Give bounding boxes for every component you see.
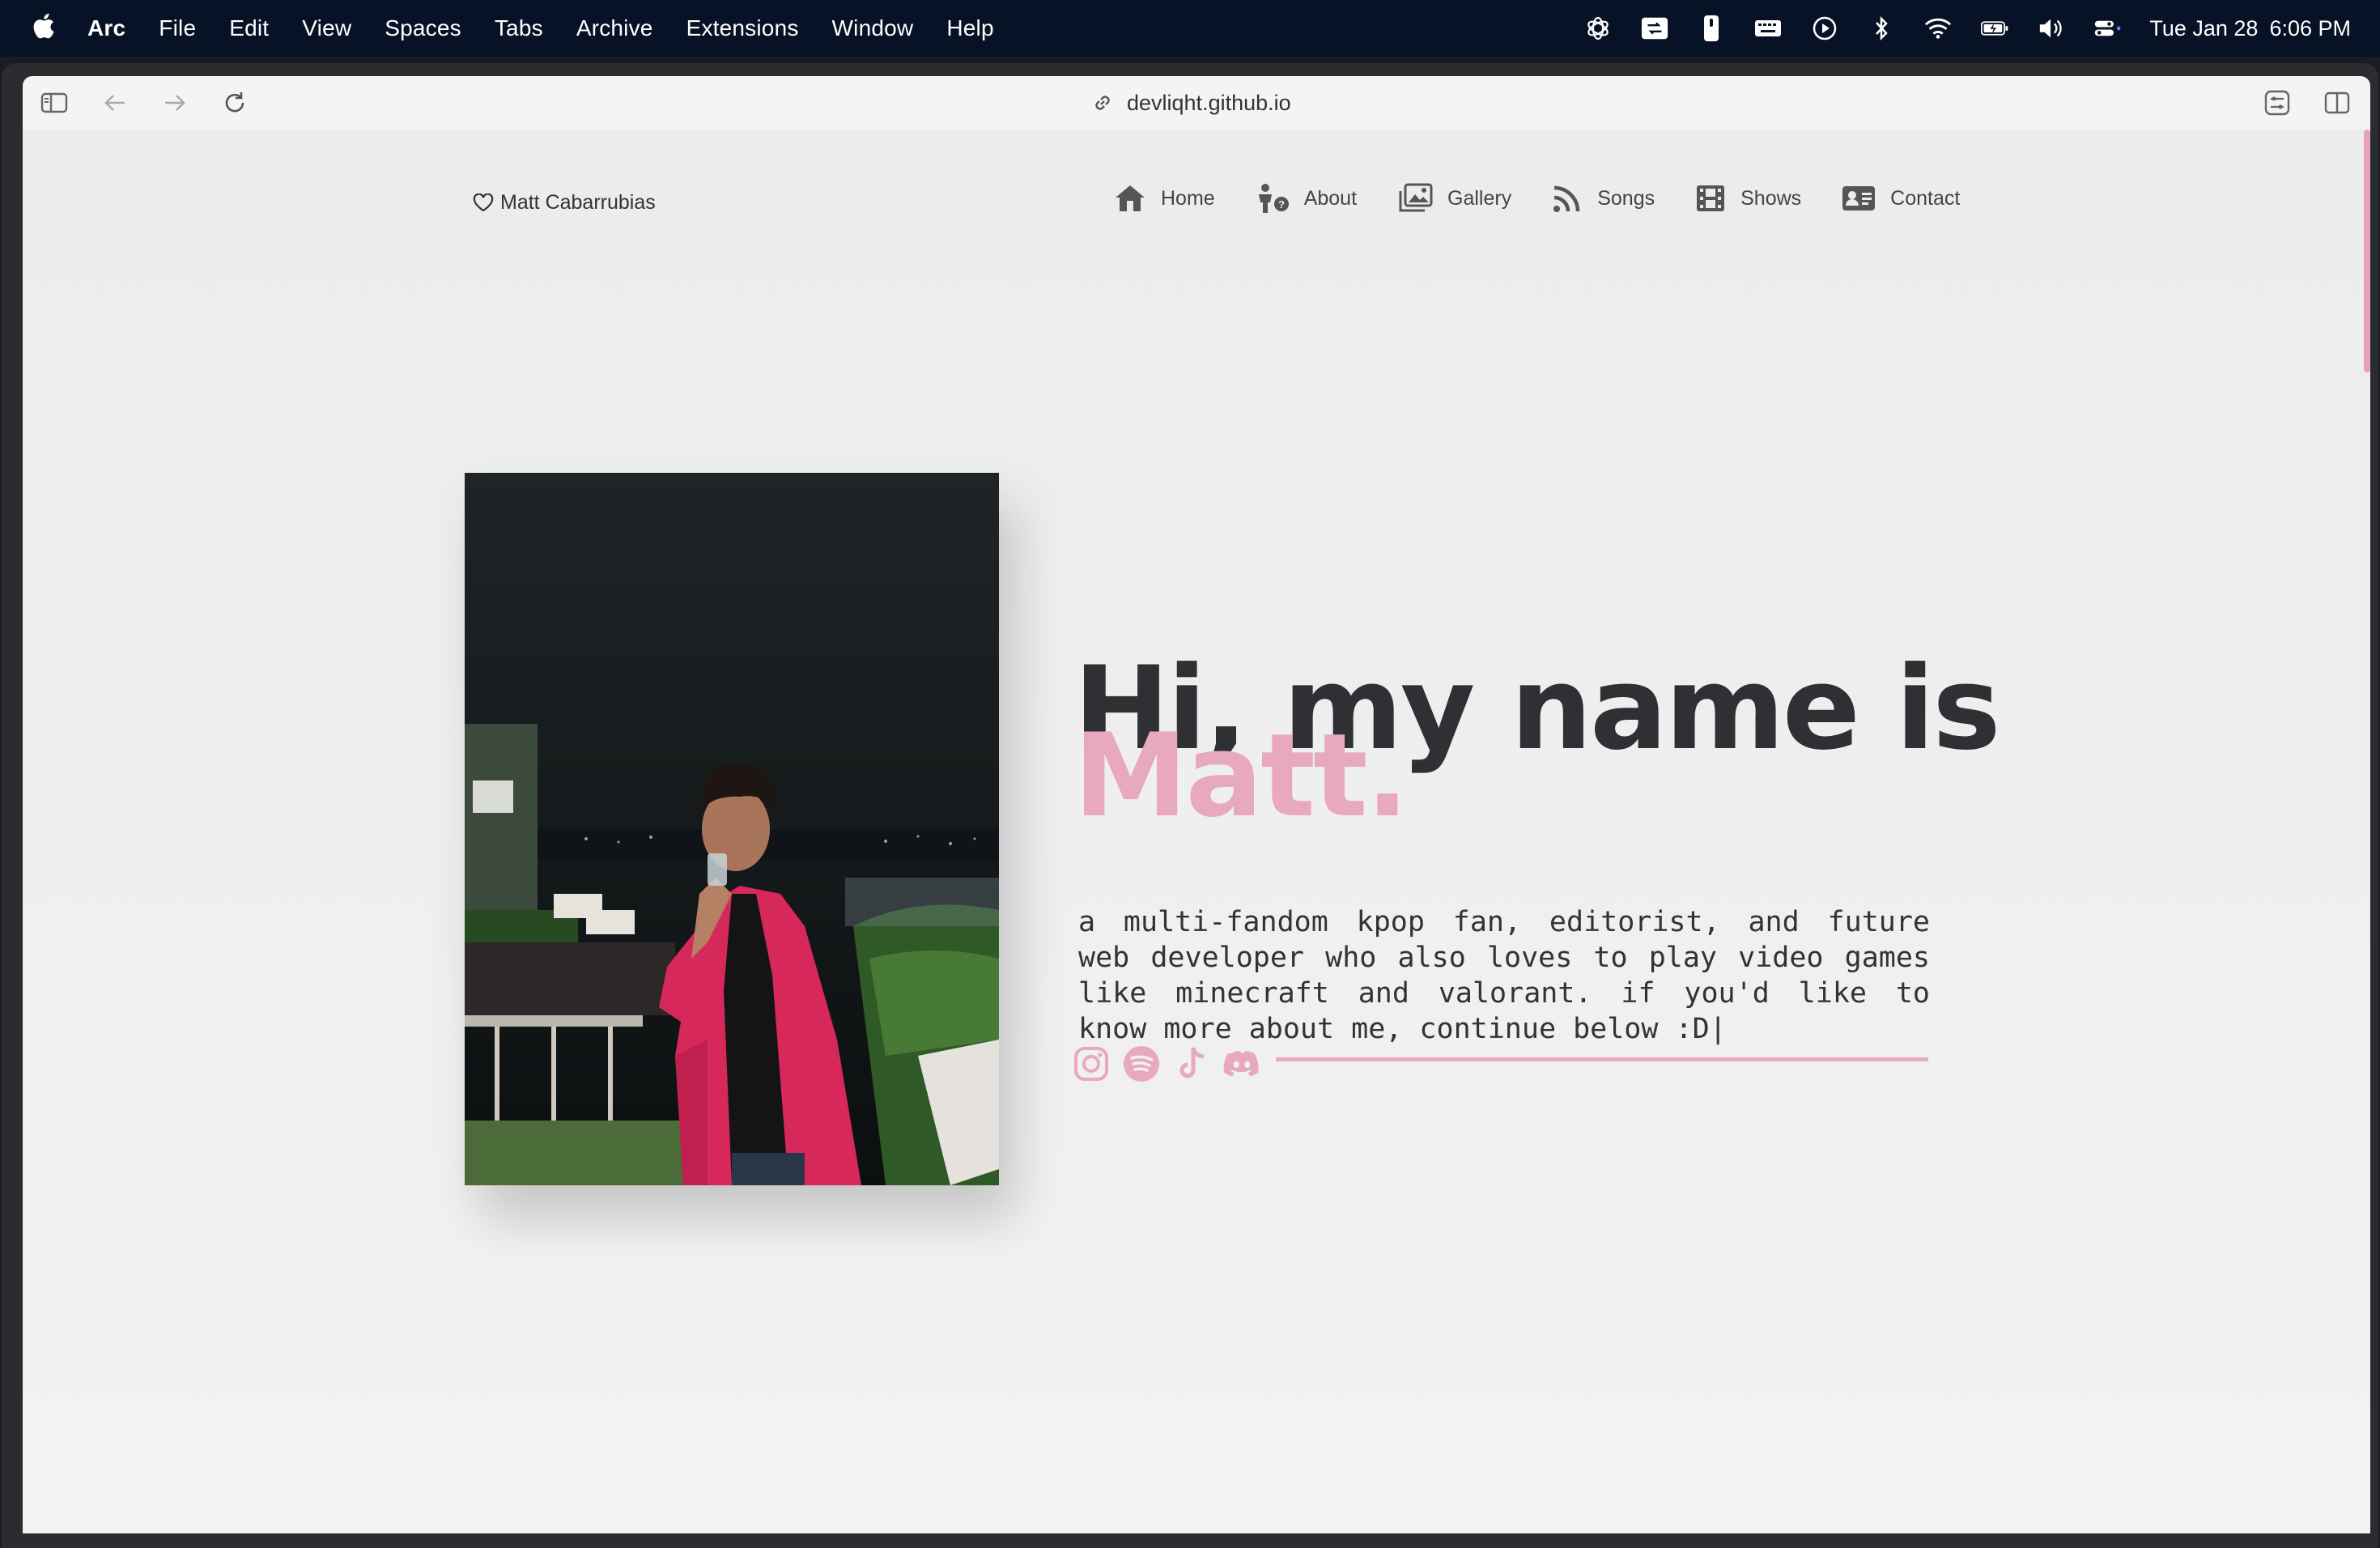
person-question-icon: ? [1258,184,1289,213]
nav-label-gallery: Gallery [1447,186,1512,210]
split-view-icon[interactable] [2323,89,2351,117]
menu-view[interactable]: View [302,15,351,41]
menu-help[interactable]: Help [946,15,993,41]
social-links [1072,1044,1273,1083]
svg-text:?: ? [1278,198,1285,211]
film-icon [1697,185,1725,211]
chatgpt-icon[interactable] [1584,15,1612,42]
nav-label-contact: Contact [1890,186,1961,210]
menu-clock[interactable]: Tue Jan 28 6:06 PM [2149,16,2351,41]
play-icon[interactable] [1811,15,1838,42]
nav-item-contact[interactable]: Contact [1842,185,1960,212]
site-brand-name: Matt Cabarrubias [500,191,656,214]
instagram-icon[interactable] [1072,1044,1111,1083]
accent-divider [1276,1057,1928,1061]
nav-item-home[interactable]: Home [1114,184,1215,213]
nav-item-about[interactable]: ? About [1256,183,1357,214]
menu-date: Tue Jan 28 [2149,15,2259,40]
site-controls-icon[interactable] [2263,89,2291,117]
menu-spaces[interactable]: Spaces [385,15,461,41]
bluetooth-icon[interactable] [1868,15,1895,42]
menu-tabs[interactable]: Tabs [495,15,543,41]
nav-label-songs: Songs [1597,186,1655,210]
nav-label-about: About [1303,186,1358,210]
spotify-icon[interactable] [1122,1044,1161,1083]
reload-icon[interactable] [221,89,249,117]
link-icon [1095,96,1110,110]
menu-archive[interactable]: Archive [576,15,653,41]
nav-item-shows[interactable]: Shows [1695,183,1801,214]
apple-logo-icon[interactable] [31,11,55,40]
hero-bio: a multi-fandom kpop fan, editorist, and … [1078,906,1930,1045]
hero-name: Matt. [1073,709,1409,843]
nav-label-shows: Shows [1740,186,1802,210]
url-bar[interactable]: devliqht.github.io [1091,76,1291,130]
mouse-battery-icon[interactable] [1698,15,1725,42]
discord-icon[interactable] [1222,1044,1261,1083]
screen-share-icon[interactable] [1641,15,1668,42]
contact-card-icon [1842,186,1876,211]
images-icon [1399,183,1433,212]
back-arrow-icon[interactable] [101,89,129,117]
menu-window[interactable]: Window [832,15,914,41]
nav-item-gallery[interactable]: Gallery [1397,183,1511,214]
keyboard-icon[interactable] [1754,15,1782,42]
tiktok-icon[interactable] [1172,1044,1211,1083]
nav-item-songs[interactable]: Songs [1552,183,1655,214]
profile-photo [465,473,999,1185]
menu-time: 6:06 PM [2269,15,2351,40]
battery-charging-icon[interactable] [1981,15,2008,42]
scrollbar-thumb[interactable] [2364,130,2370,372]
status-area: Tue Jan 28 6:06 PM [1555,0,2351,57]
forward-arrow-icon[interactable] [161,89,189,117]
home-icon [1116,185,1145,211]
site-brand[interactable]: Matt Cabarrubias [473,191,656,215]
menu-bar: Arc File Edit View Spaces Tabs Archive E… [0,0,2380,57]
menu-file[interactable]: File [159,15,196,41]
url-text: devliqht.github.io [1127,90,1291,115]
control-center-icon[interactable] [2094,15,2122,42]
browser-toolbar: devliqht.github.io [23,76,2370,130]
nav-label-home: Home [1161,186,1215,210]
rss-icon [1553,185,1580,212]
site-nav: Home ? About Gallery Songs Shows Contact [1114,183,2000,214]
menu-edit[interactable]: Edit [229,15,269,41]
volume-icon[interactable] [2038,15,2065,42]
sidebar-toggle-icon[interactable] [40,89,68,117]
menu-app-name[interactable]: Arc [87,15,125,41]
wifi-icon[interactable] [1924,15,1952,42]
menu-extensions[interactable]: Extensions [686,15,799,41]
web-page: Matt Cabarrubias Home ? About Gallery So… [23,130,2370,1533]
heart-icon [473,193,494,211]
profile-photo-image [465,473,999,1185]
